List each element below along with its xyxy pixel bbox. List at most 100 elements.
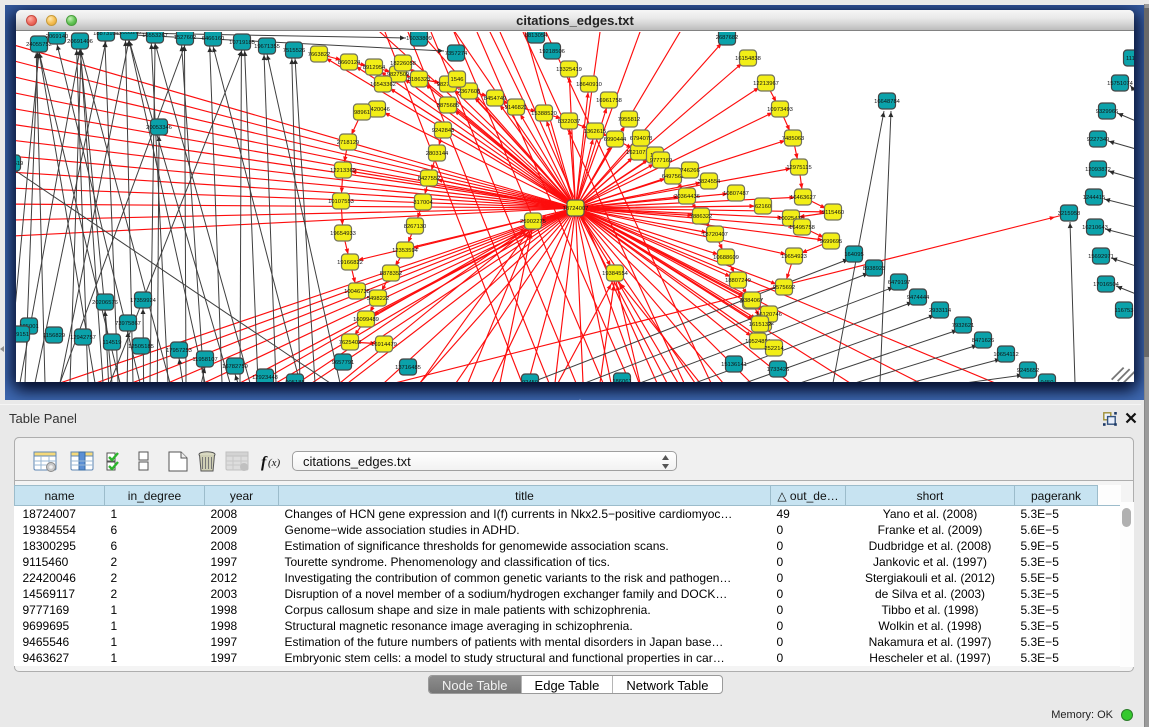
svg-text:9450: 9450 bbox=[1041, 380, 1054, 382]
svg-text:19671355: 19671355 bbox=[254, 44, 280, 50]
svg-text:186061: 186061 bbox=[612, 379, 631, 382]
svg-text:19218506: 19218506 bbox=[539, 49, 565, 55]
svg-text:7886322: 7886322 bbox=[690, 214, 713, 220]
svg-text:16914479: 16914479 bbox=[371, 342, 397, 348]
svg-text:12923448: 12923448 bbox=[252, 375, 278, 381]
svg-text:3875685: 3875685 bbox=[437, 103, 460, 109]
svg-text:20206576: 20206576 bbox=[92, 300, 118, 306]
svg-text:16553267: 16553267 bbox=[142, 33, 168, 39]
svg-text:12505185: 12505185 bbox=[128, 344, 154, 350]
svg-text:1527602: 1527602 bbox=[174, 35, 197, 41]
svg-text:19384554: 19384554 bbox=[602, 271, 629, 277]
svg-text:92450: 92450 bbox=[522, 380, 538, 382]
svg-text:12093872: 12093872 bbox=[1085, 167, 1111, 173]
svg-text:18724007: 18724007 bbox=[563, 206, 589, 212]
svg-text:2526619: 2526619 bbox=[16, 161, 23, 167]
svg-text:12975115: 12975115 bbox=[786, 165, 811, 171]
svg-text:7515526: 7515526 bbox=[283, 48, 306, 54]
svg-text:8938923: 8938923 bbox=[863, 266, 886, 272]
svg-text:12213967: 12213967 bbox=[753, 81, 779, 87]
svg-text:17016504: 17016504 bbox=[1093, 282, 1120, 288]
svg-text:1615132: 1615132 bbox=[749, 322, 772, 328]
svg-text:98961: 98961 bbox=[354, 110, 370, 116]
svg-text:1733426: 1733426 bbox=[767, 367, 790, 373]
svg-text:8267130: 8267130 bbox=[404, 224, 427, 230]
svg-text:905185: 905185 bbox=[285, 380, 304, 382]
svg-text:10688609: 10688609 bbox=[713, 255, 739, 261]
svg-text:8186323: 8186323 bbox=[408, 77, 431, 83]
svg-text:2687682: 2687682 bbox=[716, 35, 739, 41]
svg-text:19654933: 19654933 bbox=[330, 231, 356, 237]
svg-text:16154838: 16154838 bbox=[735, 56, 761, 62]
svg-text:16099489: 16099489 bbox=[353, 317, 379, 323]
svg-text:18807249: 18807249 bbox=[725, 278, 751, 284]
svg-text:13325419: 13325419 bbox=[556, 67, 582, 73]
svg-text:2069140: 2069140 bbox=[46, 34, 69, 40]
svg-text:6479197: 6479197 bbox=[888, 280, 911, 286]
svg-text:17957253: 17957253 bbox=[166, 348, 192, 354]
svg-text:8454749: 8454749 bbox=[484, 96, 507, 102]
svg-text:11958107: 11958107 bbox=[192, 357, 217, 363]
svg-text:16495758: 16495758 bbox=[789, 225, 815, 231]
svg-text:7357274: 7357274 bbox=[445, 51, 468, 57]
svg-text:7663822: 7663822 bbox=[308, 52, 331, 58]
svg-text:9146821: 9146821 bbox=[505, 105, 528, 111]
svg-text:317004: 317004 bbox=[413, 200, 433, 206]
svg-text:8427552: 8427552 bbox=[418, 176, 441, 182]
svg-text:6990444: 6990444 bbox=[604, 137, 627, 143]
svg-text:252214: 252214 bbox=[764, 346, 784, 352]
svg-text:39151: 39151 bbox=[16, 332, 29, 338]
svg-text:1244415: 1244415 bbox=[1083, 195, 1106, 201]
svg-text:16033809: 16033809 bbox=[406, 36, 432, 42]
svg-text:9115460: 9115460 bbox=[822, 210, 844, 216]
svg-text:12213369: 12213369 bbox=[330, 168, 356, 174]
svg-text:6466160: 6466160 bbox=[202, 36, 225, 42]
svg-text:2803144: 2803144 bbox=[426, 151, 449, 157]
svg-text:116753: 116753 bbox=[1115, 308, 1134, 314]
svg-text:9699695: 9699695 bbox=[820, 239, 843, 245]
svg-text:16543362: 16543362 bbox=[370, 82, 396, 88]
svg-text:2933114: 2933114 bbox=[929, 308, 952, 314]
svg-text:15388520: 15388520 bbox=[531, 111, 557, 117]
svg-text:10654112: 10654112 bbox=[993, 352, 1018, 358]
svg-text:15136141: 15136141 bbox=[721, 362, 747, 368]
svg-text:16961758: 16961758 bbox=[596, 98, 622, 104]
svg-text:19654923: 19654923 bbox=[781, 254, 807, 260]
svg-text:1546: 1546 bbox=[451, 77, 464, 83]
svg-text:1156829: 1156829 bbox=[43, 333, 65, 339]
svg-text:9384067: 9384067 bbox=[741, 298, 764, 304]
svg-text:8322037: 8322037 bbox=[558, 119, 581, 125]
svg-text:9575692: 9575692 bbox=[773, 285, 796, 291]
svg-text:16648784: 16648784 bbox=[874, 99, 901, 105]
svg-text:73975867: 73975867 bbox=[115, 321, 141, 327]
svg-text:10553267: 10553267 bbox=[116, 32, 142, 36]
svg-text:7932621: 7932621 bbox=[952, 323, 975, 329]
svg-text:62160: 62160 bbox=[755, 204, 771, 210]
svg-text:9474444: 9474444 bbox=[907, 295, 930, 301]
svg-text:10046738: 10046738 bbox=[344, 289, 370, 295]
svg-text:6794078: 6794078 bbox=[630, 136, 653, 142]
svg-text:20691406: 20691406 bbox=[67, 39, 93, 45]
svg-text:12942757: 12942757 bbox=[70, 335, 96, 341]
svg-text:16782759: 16782759 bbox=[222, 364, 248, 370]
svg-text:15692971: 15692971 bbox=[1088, 254, 1114, 260]
svg-text:10107553: 10107553 bbox=[328, 199, 354, 205]
svg-text:10807487: 10807487 bbox=[723, 191, 749, 197]
svg-text:8878352: 8878352 bbox=[380, 271, 403, 277]
svg-text:3824554: 3824554 bbox=[698, 179, 721, 185]
svg-text:8912954: 8912954 bbox=[363, 65, 386, 71]
svg-text:(x): (x) bbox=[268, 457, 281, 469]
svg-text:1362615: 1362615 bbox=[584, 129, 607, 135]
svg-text:10973493: 10973493 bbox=[767, 107, 793, 113]
svg-text:10719185: 10719185 bbox=[229, 40, 255, 46]
svg-text:9657791: 9657791 bbox=[332, 360, 355, 366]
svg-text:7485063: 7485063 bbox=[782, 136, 805, 142]
svg-text:2367608: 2367608 bbox=[458, 89, 481, 95]
svg-text:164095: 164095 bbox=[844, 252, 863, 258]
svg-text:1112: 1112 bbox=[1126, 56, 1134, 62]
svg-text:16210643: 16210643 bbox=[1082, 225, 1108, 231]
svg-text:25902275: 25902275 bbox=[520, 219, 546, 225]
svg-text:9227349: 9227349 bbox=[1087, 137, 1110, 143]
svg-text:13716485: 13716485 bbox=[395, 365, 421, 371]
svg-text:18720407: 18720407 bbox=[702, 232, 728, 238]
